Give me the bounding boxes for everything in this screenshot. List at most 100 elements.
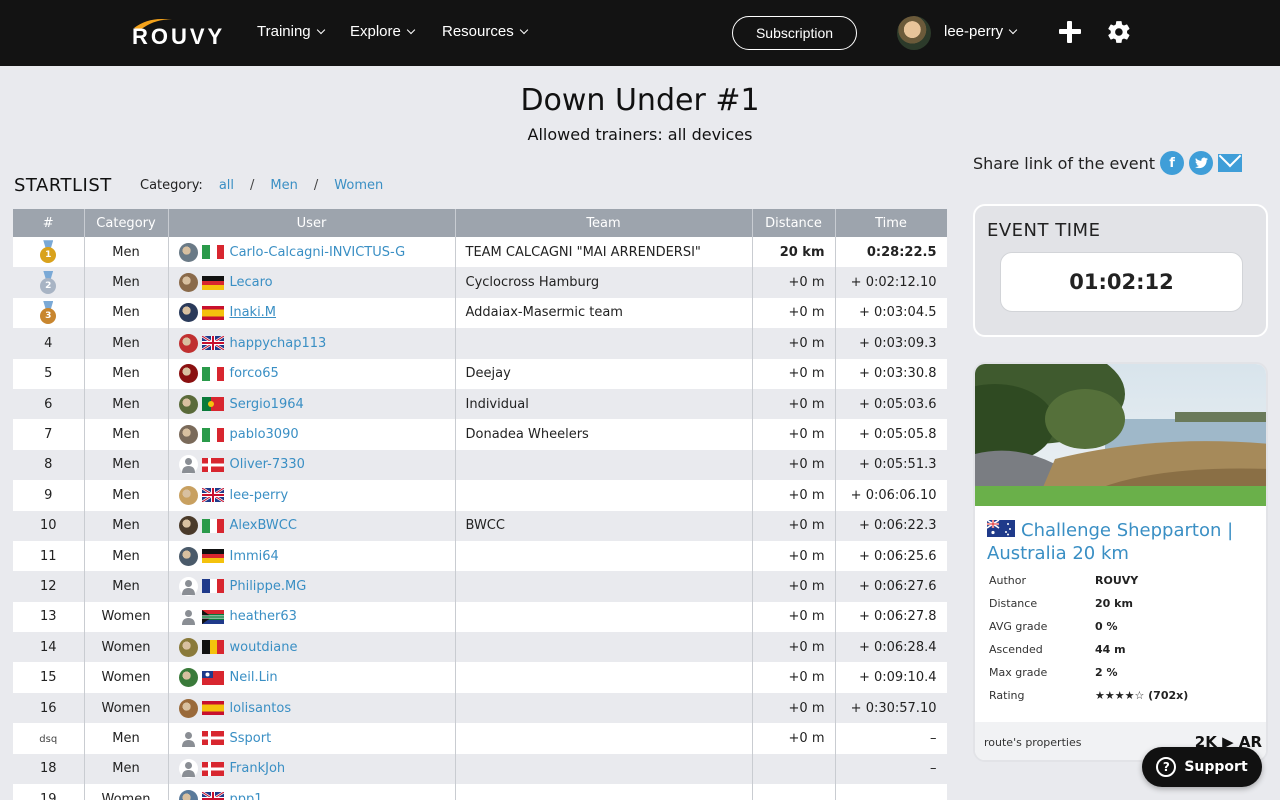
plus-icon[interactable] <box>1059 21 1081 43</box>
time-cell: + 0:03:30.8 <box>835 358 947 389</box>
filter-women-link[interactable]: Women <box>334 178 383 193</box>
rouvy-logo[interactable]: ROUVY <box>132 14 236 50</box>
distance-cell: +0 m <box>752 297 836 329</box>
user-menu[interactable]: lee-perry <box>944 23 1018 40</box>
table-row: 15 Women Neil.Lin +0 m + 0:09:10.4 <box>13 662 947 693</box>
route-photo[interactable] <box>975 364 1268 506</box>
time-cell: + 0:09:10.4 <box>835 662 947 693</box>
user-cell: lolisantos <box>168 692 456 724</box>
user-cell: heather63 <box>168 601 456 633</box>
route-properties-link[interactable]: route's properties <box>984 736 1081 749</box>
route-prop-value: ★★★★☆ (702x) <box>1095 689 1189 702</box>
user-link[interactable]: heather63 <box>230 609 297 624</box>
route-prop-label: Rating <box>989 689 1025 702</box>
time-cell: + 0:06:27.8 <box>835 601 947 633</box>
gear-icon[interactable] <box>1106 19 1132 45</box>
user-link[interactable]: woutdiane <box>230 640 298 655</box>
table-row: 4 Men happychap113 +0 m + 0:03:09.3 <box>13 328 947 359</box>
logo-text: ROUVY <box>132 24 226 49</box>
col-header-time[interactable]: Time <box>835 209 947 237</box>
user-link[interactable]: Ssport <box>230 731 272 746</box>
category-filter: Category: all / Men / Women <box>140 178 383 193</box>
distance-cell: +0 m <box>752 328 836 359</box>
user-link[interactable]: forco65 <box>230 366 279 381</box>
category-filter-label: Category: <box>140 178 203 193</box>
rank-value: 11 <box>39 548 57 564</box>
col-header-category[interactable]: Category <box>84 209 169 237</box>
user-cell: AlexBWCC <box>168 510 456 541</box>
page-title: Down Under #1 <box>520 83 760 118</box>
it-flag-icon <box>201 427 224 442</box>
rank-cell: dsq <box>13 723 85 754</box>
col-header-user[interactable]: User <box>168 209 456 237</box>
es-flag-icon <box>201 701 224 716</box>
table-row: 1 Men Carlo-Calcagni-INVICTUS-G TEAM CALCAG… <box>13 237 947 268</box>
nav-explore[interactable]: Explore <box>350 23 416 40</box>
user-link[interactable]: lee-perry <box>230 488 289 503</box>
support-button[interactable]: ? Support <box>1142 747 1262 787</box>
rank-value: 12 <box>39 578 57 594</box>
route-title-link[interactable]: Challenge Shepparton | Australia 20 km <box>987 519 1262 565</box>
startlist-title: STARTLIST <box>14 175 112 196</box>
col-header-rank[interactable]: # <box>13 209 85 237</box>
user-link[interactable]: Oliver-7330 <box>230 457 305 472</box>
rank-cell: 6 <box>13 388 85 420</box>
startlist-table: # Category User Team Distance Time 1 Men C… <box>13 209 947 800</box>
user-link[interactable]: AlexBWCC <box>230 518 297 533</box>
route-prop-value: ROUVY <box>1095 574 1139 587</box>
user-cell: pablo3090 <box>168 419 456 450</box>
rank-cell: 9 <box>13 480 85 511</box>
user-link[interactable]: ppp1 <box>230 792 263 800</box>
col-header-team[interactable]: Team <box>455 209 753 237</box>
nav-resources[interactable]: Resources <box>442 23 528 40</box>
user-link[interactable]: Neil.Lin <box>230 670 278 685</box>
user-link[interactable]: happychap113 <box>230 336 327 351</box>
email-icon[interactable] <box>1218 154 1243 172</box>
col-header-distance[interactable]: Distance <box>752 209 836 237</box>
nav-training[interactable]: Training <box>257 23 325 40</box>
time-cell: + 0:05:03.6 <box>835 388 947 420</box>
team-cell: Addaiax-Masermic team <box>455 297 753 329</box>
distance-cell: 20 km <box>752 237 836 268</box>
time-cell: + 0:06:22.3 <box>835 510 947 541</box>
team-cell <box>455 662 753 693</box>
user-link[interactable]: Sergio1964 <box>230 397 304 412</box>
it-flag-icon <box>201 366 224 381</box>
time-cell: + 0:03:04.5 <box>835 297 947 329</box>
rank-value: 14 <box>39 639 57 655</box>
gb-flag-icon <box>201 336 224 351</box>
user-link[interactable]: Carlo-Calcagni-INVICTUS-G <box>230 245 406 260</box>
it-flag-icon <box>201 245 224 260</box>
category-cell: Women <box>84 632 169 663</box>
user-link[interactable]: Lecaro <box>230 275 273 290</box>
filter-men-link[interactable]: Men <box>270 178 297 193</box>
default-avatar-icon <box>178 576 198 596</box>
chevron-down-icon <box>519 25 528 34</box>
share-label: Share link of the event <box>973 153 1156 173</box>
it-flag-icon <box>201 518 224 533</box>
team-cell <box>455 571 753 602</box>
user-avatar[interactable] <box>897 16 931 50</box>
team-cell: Cyclocross Hamburg <box>455 267 753 298</box>
user-link[interactable]: FrankJoh <box>230 761 286 776</box>
subscription-button[interactable]: Subscription <box>732 16 857 50</box>
rank-value: 10 <box>39 518 57 534</box>
table-row: 6 Men Sergio1964 Individual +0 m + 0:05:03.6 <box>13 388 947 420</box>
user-link[interactable]: Immi64 <box>230 549 279 564</box>
user-cell: Sergio1964 <box>168 388 456 420</box>
distance-cell: +0 m <box>752 480 836 511</box>
facebook-icon[interactable]: f <box>1160 151 1185 175</box>
user-link[interactable]: lolisantos <box>230 701 292 716</box>
distance-cell: +0 m <box>752 540 836 572</box>
user-link[interactable]: pablo3090 <box>230 427 299 442</box>
filter-all-link[interactable]: all <box>219 178 234 193</box>
avatar <box>178 242 198 262</box>
user-link[interactable]: Philippe.MG <box>230 579 307 594</box>
gb-flag-icon <box>201 488 224 503</box>
user-cell: woutdiane <box>168 632 456 663</box>
table-row: 12 Men Philippe.MG +0 m + 0:06:27.6 <box>13 571 947 602</box>
default-avatar-icon <box>178 455 198 475</box>
user-link[interactable]: Inaki.M <box>230 305 277 320</box>
tw-flag-icon <box>201 670 224 685</box>
twitter-icon[interactable] <box>1189 151 1214 175</box>
